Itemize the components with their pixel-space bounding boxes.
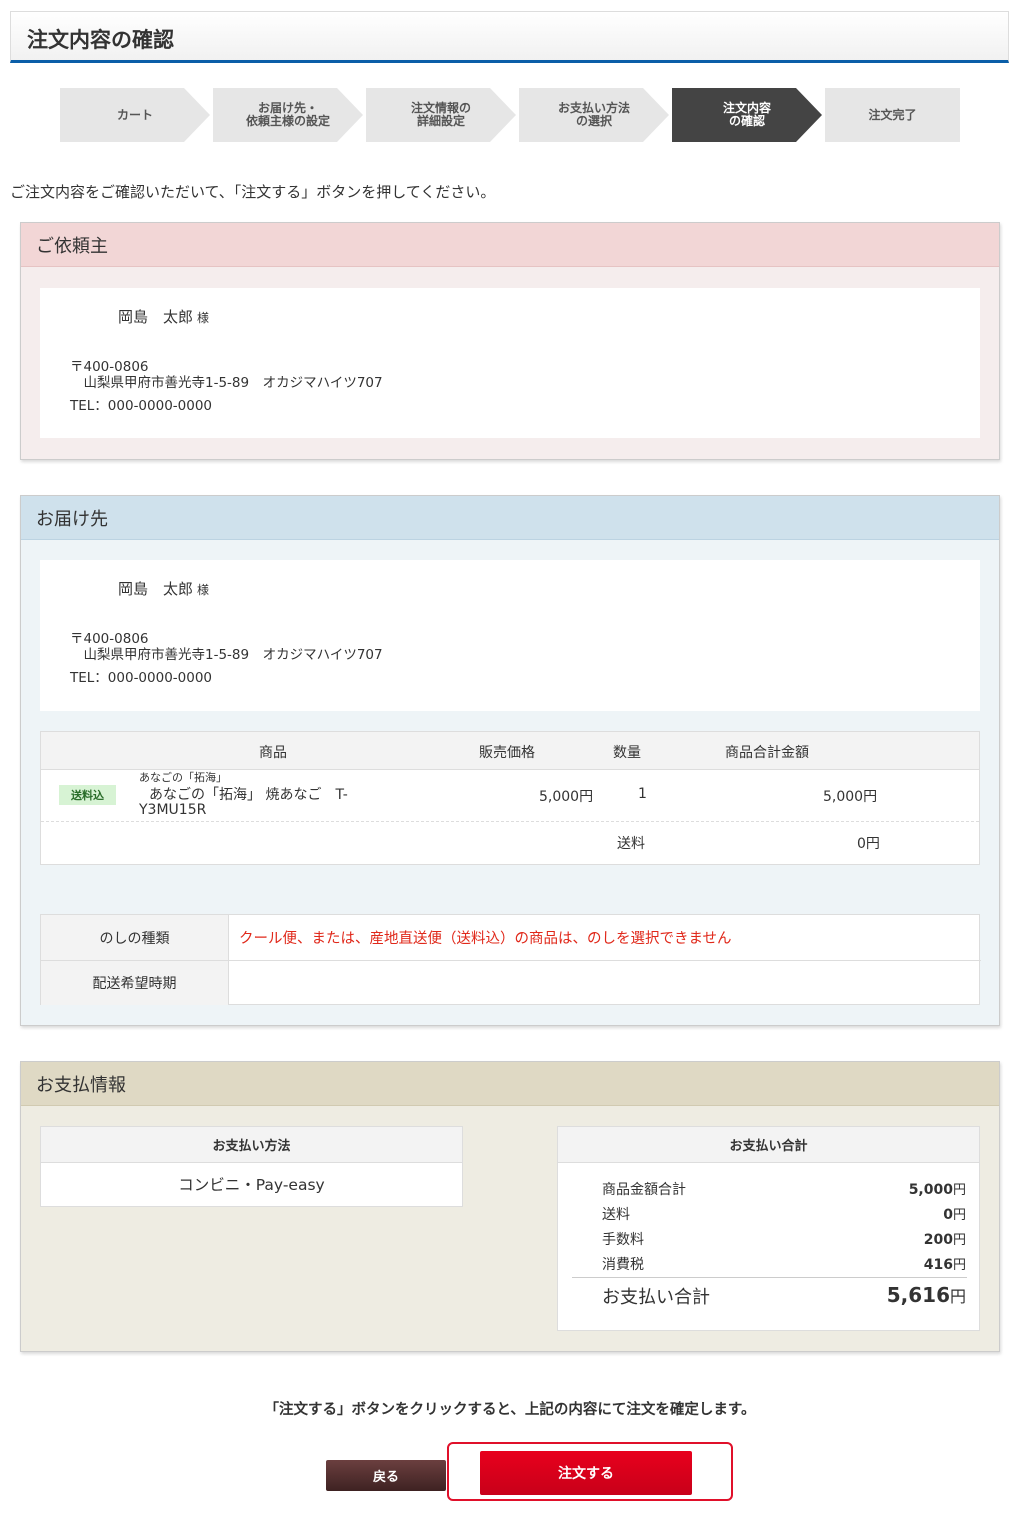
page-title-bar: 注文内容の確認 xyxy=(10,11,1009,63)
requester-card: 岡島 太郎様 〒400-0806 山梨県甲府市善光寺1-5-89 オカジマハイツ… xyxy=(40,288,980,438)
col-price: 販売価格 xyxy=(479,745,535,761)
options-divider xyxy=(229,960,981,961)
shipping-value: 0円 xyxy=(857,836,880,852)
requester-heading: ご依頼主 xyxy=(21,223,999,267)
delivery-address: 山梨県甲府市善光寺1-5-89 オカジマハイツ707 xyxy=(70,647,383,663)
payment-total-title: お支払い合計 xyxy=(558,1127,979,1163)
step-cart: カート xyxy=(60,88,210,142)
payment-panel: お支払情報 お支払い方法 コンビニ・Pay-easy お支払い合計 商品金額合計… xyxy=(20,1061,1000,1352)
sum-row-grand: お支払い合計 5,616円 xyxy=(602,1283,966,1308)
requester-panel: ご依頼主 岡島 太郎様 〒400-0806 山梨県甲府市善光寺1-5-89 オカ… xyxy=(20,222,1000,460)
shipping-label: 送料 xyxy=(617,836,645,852)
noshi-value: クール便、または、産地直送便（送料込）の商品は、のしを選択できません xyxy=(239,931,732,947)
delivery-card: 岡島 太郎様 〒400-0806 山梨県甲府市善光寺1-5-89 オカジマハイツ… xyxy=(40,560,980,711)
order-button[interactable]: 注文する xyxy=(480,1451,692,1495)
delivery-tel: TEL：000-0000-0000 xyxy=(70,670,213,686)
sum-divider xyxy=(572,1277,967,1278)
product-name-line1: あなごの「拓海」 焼あなご T- xyxy=(149,787,348,803)
delivery-name: 岡島 太郎様 xyxy=(118,580,210,598)
goods-table: 商品 販売価格 数量 商品合計金額 送料込 あなごの「拓海」 あなごの「拓海」 … xyxy=(40,731,980,865)
product-price: 5,000円 xyxy=(539,789,594,805)
sum-row-tax: 消費税 416円 xyxy=(602,1257,966,1273)
page-title: 注文内容の確認 xyxy=(27,28,174,52)
requester-name: 岡島 太郎様 xyxy=(118,308,210,326)
requester-address: 山梨県甲府市善光寺1-5-89 オカジマハイツ707 xyxy=(70,375,383,391)
payment-heading: お支払情報 xyxy=(21,1062,999,1106)
payment-method-value: コンビニ・Pay-easy xyxy=(178,1176,325,1194)
col-subtotal: 商品合計金額 xyxy=(725,745,809,761)
sum-row-shipping: 送料 0円 xyxy=(602,1207,966,1223)
step-delivery-settings: お届け先・ 依頼主様の設定 xyxy=(213,88,363,142)
confirm-note: 「注文する」ボタンをクリックすると、上記の内容にて注文を確定します。 xyxy=(264,1402,756,1418)
product-qty: 1 xyxy=(638,786,647,802)
product-brand: あなごの「拓海」 xyxy=(139,771,227,784)
noshi-label: のしの種類 xyxy=(41,915,229,960)
shipping-included-badge: 送料込 xyxy=(59,785,116,805)
delivery-heading: お届け先 xyxy=(21,496,999,540)
product-name-line2: Y3MU15R xyxy=(139,802,207,818)
product-subtotal: 5,000円 xyxy=(823,789,878,805)
delivery-panel: お届け先 岡島 太郎様 〒400-0806 山梨県甲府市善光寺1-5-89 オカ… xyxy=(20,495,1000,1026)
delivery-options: のしの種類 クール便、または、産地直送便（送料込）の商品は、のしを選択できません… xyxy=(40,914,981,1005)
step-confirm: 注文内容 の確認 xyxy=(672,88,822,142)
payment-method-title: お支払い方法 xyxy=(41,1127,462,1163)
goods-table-header: 商品 販売価格 数量 商品合計金額 xyxy=(41,732,979,770)
step-order-details: 注文情報の 詳細設定 xyxy=(366,88,516,142)
sum-row-goods: 商品金額合計 5,000円 xyxy=(602,1182,966,1198)
timing-label: 配送希望時期 xyxy=(41,960,229,1005)
col-qty: 数量 xyxy=(613,745,641,761)
step-payment-method: お支払い方法 の選択 xyxy=(519,88,669,142)
payment-method-box: お支払い方法 コンビニ・Pay-easy xyxy=(40,1126,463,1207)
step-complete: 注文完了 xyxy=(825,88,960,142)
sum-row-fee: 手数料 200円 xyxy=(602,1232,966,1248)
checkout-steps: カート お届け先・ 依頼主様の設定 注文情報の 詳細設定 お支払い方法 の選択 … xyxy=(60,88,960,142)
intro-text: ご注文内容をご確認いただいて、「注文する」ボタンを押してください。 xyxy=(10,183,496,201)
back-button[interactable]: 戻る xyxy=(326,1460,446,1491)
row-divider xyxy=(41,821,979,822)
requester-tel: TEL：000-0000-0000 xyxy=(70,398,213,414)
col-product: 商品 xyxy=(259,745,287,761)
payment-total-box: お支払い合計 商品金額合計 5,000円 送料 0円 手数料 200円 消費税 416円… xyxy=(557,1126,980,1331)
